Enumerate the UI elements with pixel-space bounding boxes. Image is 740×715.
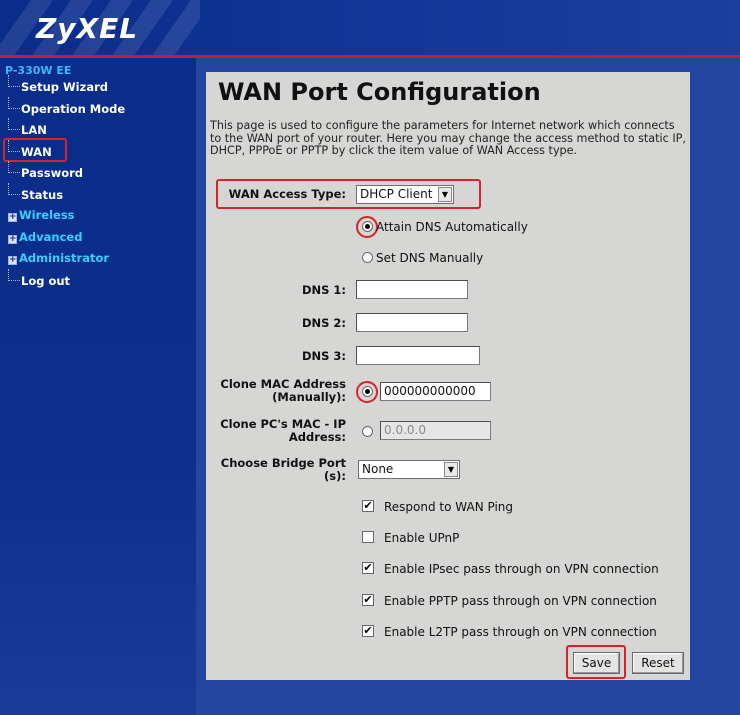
clone-mac-label: Clone MAC Address (Manually): — [212, 378, 346, 404]
upnp-checkbox[interactable] — [362, 531, 374, 543]
sidebar-item-label: LAN — [21, 123, 47, 137]
zyxel-logo: ZyXEL — [36, 12, 139, 45]
tree-connector-icon — [8, 75, 20, 87]
sidebar-item-lan[interactable]: LAN — [8, 118, 47, 137]
sidebar-item-label: Setup Wizard — [21, 80, 108, 94]
page-description: This page is used to configure the param… — [210, 119, 686, 157]
save-button[interactable]: Save — [573, 652, 620, 674]
dns-auto-label: Attain DNS Automatically — [376, 220, 528, 234]
tree-connector-icon — [8, 183, 20, 195]
l2tp-checkbox[interactable]: ✔ — [362, 625, 374, 637]
clone-pc-mac-radio[interactable] — [362, 426, 373, 437]
clone-pc-ip-input[interactable]: 0.0.0.0 — [380, 421, 491, 440]
sidebar-item-label: Operation Mode — [21, 102, 126, 116]
pptp-label: Enable PPTP pass through on VPN connecti… — [384, 594, 657, 608]
tree-connector-icon — [8, 269, 20, 281]
clone-mac-radio[interactable] — [362, 386, 373, 397]
page-title: WAN Port Configuration — [218, 78, 541, 106]
expand-plus-icon[interactable]: + — [8, 256, 17, 265]
chevron-down-icon: ▼ — [438, 187, 452, 202]
bridge-port-select[interactable]: None ▼ — [358, 460, 460, 479]
dns3-input[interactable] — [356, 346, 480, 365]
bridge-port-label: Choose Bridge Port (s): — [212, 457, 346, 483]
wan-ping-label: Respond to WAN Ping — [384, 500, 514, 514]
upnp-label: Enable UPnP — [384, 531, 460, 545]
dns-auto-radio[interactable] — [362, 221, 373, 232]
tree-connector-icon — [8, 97, 20, 109]
dns1-input[interactable] — [356, 280, 468, 299]
sidebar: P-330W EE Setup Wizard Operation Mode LA… — [0, 58, 196, 715]
pptp-checkbox[interactable]: ✔ — [362, 594, 374, 606]
sidebar-item-advanced[interactable]: + Advanced — [8, 230, 82, 244]
expand-plus-icon[interactable]: + — [8, 213, 17, 222]
reset-button[interactable]: Reset — [632, 652, 684, 674]
ipsec-label: Enable IPsec pass through on VPN connect… — [384, 562, 659, 576]
sidebar-item-label: Status — [21, 188, 64, 202]
sidebar-item-password[interactable]: Password — [8, 161, 83, 180]
sidebar-item-label: Log out — [21, 274, 71, 288]
clone-pc-label-line2: Address: — [288, 430, 346, 444]
clone-mac-label-line2: (Manually): — [272, 390, 346, 404]
tree-connector-icon — [8, 161, 20, 173]
bridge-label-line2: (s): — [324, 469, 346, 483]
sidebar-item-label: Wireless — [19, 208, 75, 222]
sidebar-item-administrator[interactable]: + Administrator — [8, 251, 109, 265]
tree-connector-icon — [8, 118, 20, 130]
main-panel: WAN Port Configuration This page is used… — [206, 72, 690, 680]
dns-manual-label: Set DNS Manually — [376, 251, 484, 265]
clone-pc-mac-label: Clone PC's MAC - IP Address: — [212, 418, 346, 444]
wan-ping-checkbox[interactable]: ✔ — [362, 500, 374, 512]
sidebar-item-status[interactable]: Status — [8, 183, 64, 202]
wan-access-type-select[interactable]: DHCP Client ▼ — [356, 185, 454, 204]
wan-access-type-value: DHCP Client — [360, 187, 433, 201]
sidebar-item-operation-mode[interactable]: Operation Mode — [8, 97, 126, 116]
sidebar-item-label: Advanced — [19, 230, 83, 244]
dns3-label: DNS 3: — [301, 349, 346, 363]
sidebar-item-label: Administrator — [19, 251, 110, 265]
dns2-input[interactable] — [356, 313, 468, 332]
sidebar-item-label: Password — [21, 166, 83, 180]
dns1-label: DNS 1: — [301, 283, 346, 297]
chevron-down-icon: ▼ — [444, 462, 458, 477]
wan-highlight-box — [3, 138, 67, 162]
clone-mac-input[interactable]: 000000000000 — [380, 382, 491, 401]
dns-manual-radio[interactable] — [362, 252, 373, 263]
expand-plus-icon[interactable]: + — [8, 235, 17, 244]
sidebar-item-wireless[interactable]: + Wireless — [8, 208, 75, 222]
dns2-label: DNS 2: — [301, 316, 346, 330]
bridge-port-value: None — [362, 462, 394, 476]
header-bar: ZyXEL — [0, 0, 740, 58]
wan-access-type-label: WAN Access Type: — [228, 187, 346, 201]
ipsec-checkbox[interactable]: ✔ — [362, 562, 374, 574]
sidebar-item-log-out[interactable]: Log out — [8, 269, 71, 288]
sidebar-item-setup-wizard[interactable]: Setup Wizard — [8, 75, 108, 94]
l2tp-label: Enable L2TP pass through on VPN connecti… — [384, 625, 657, 639]
